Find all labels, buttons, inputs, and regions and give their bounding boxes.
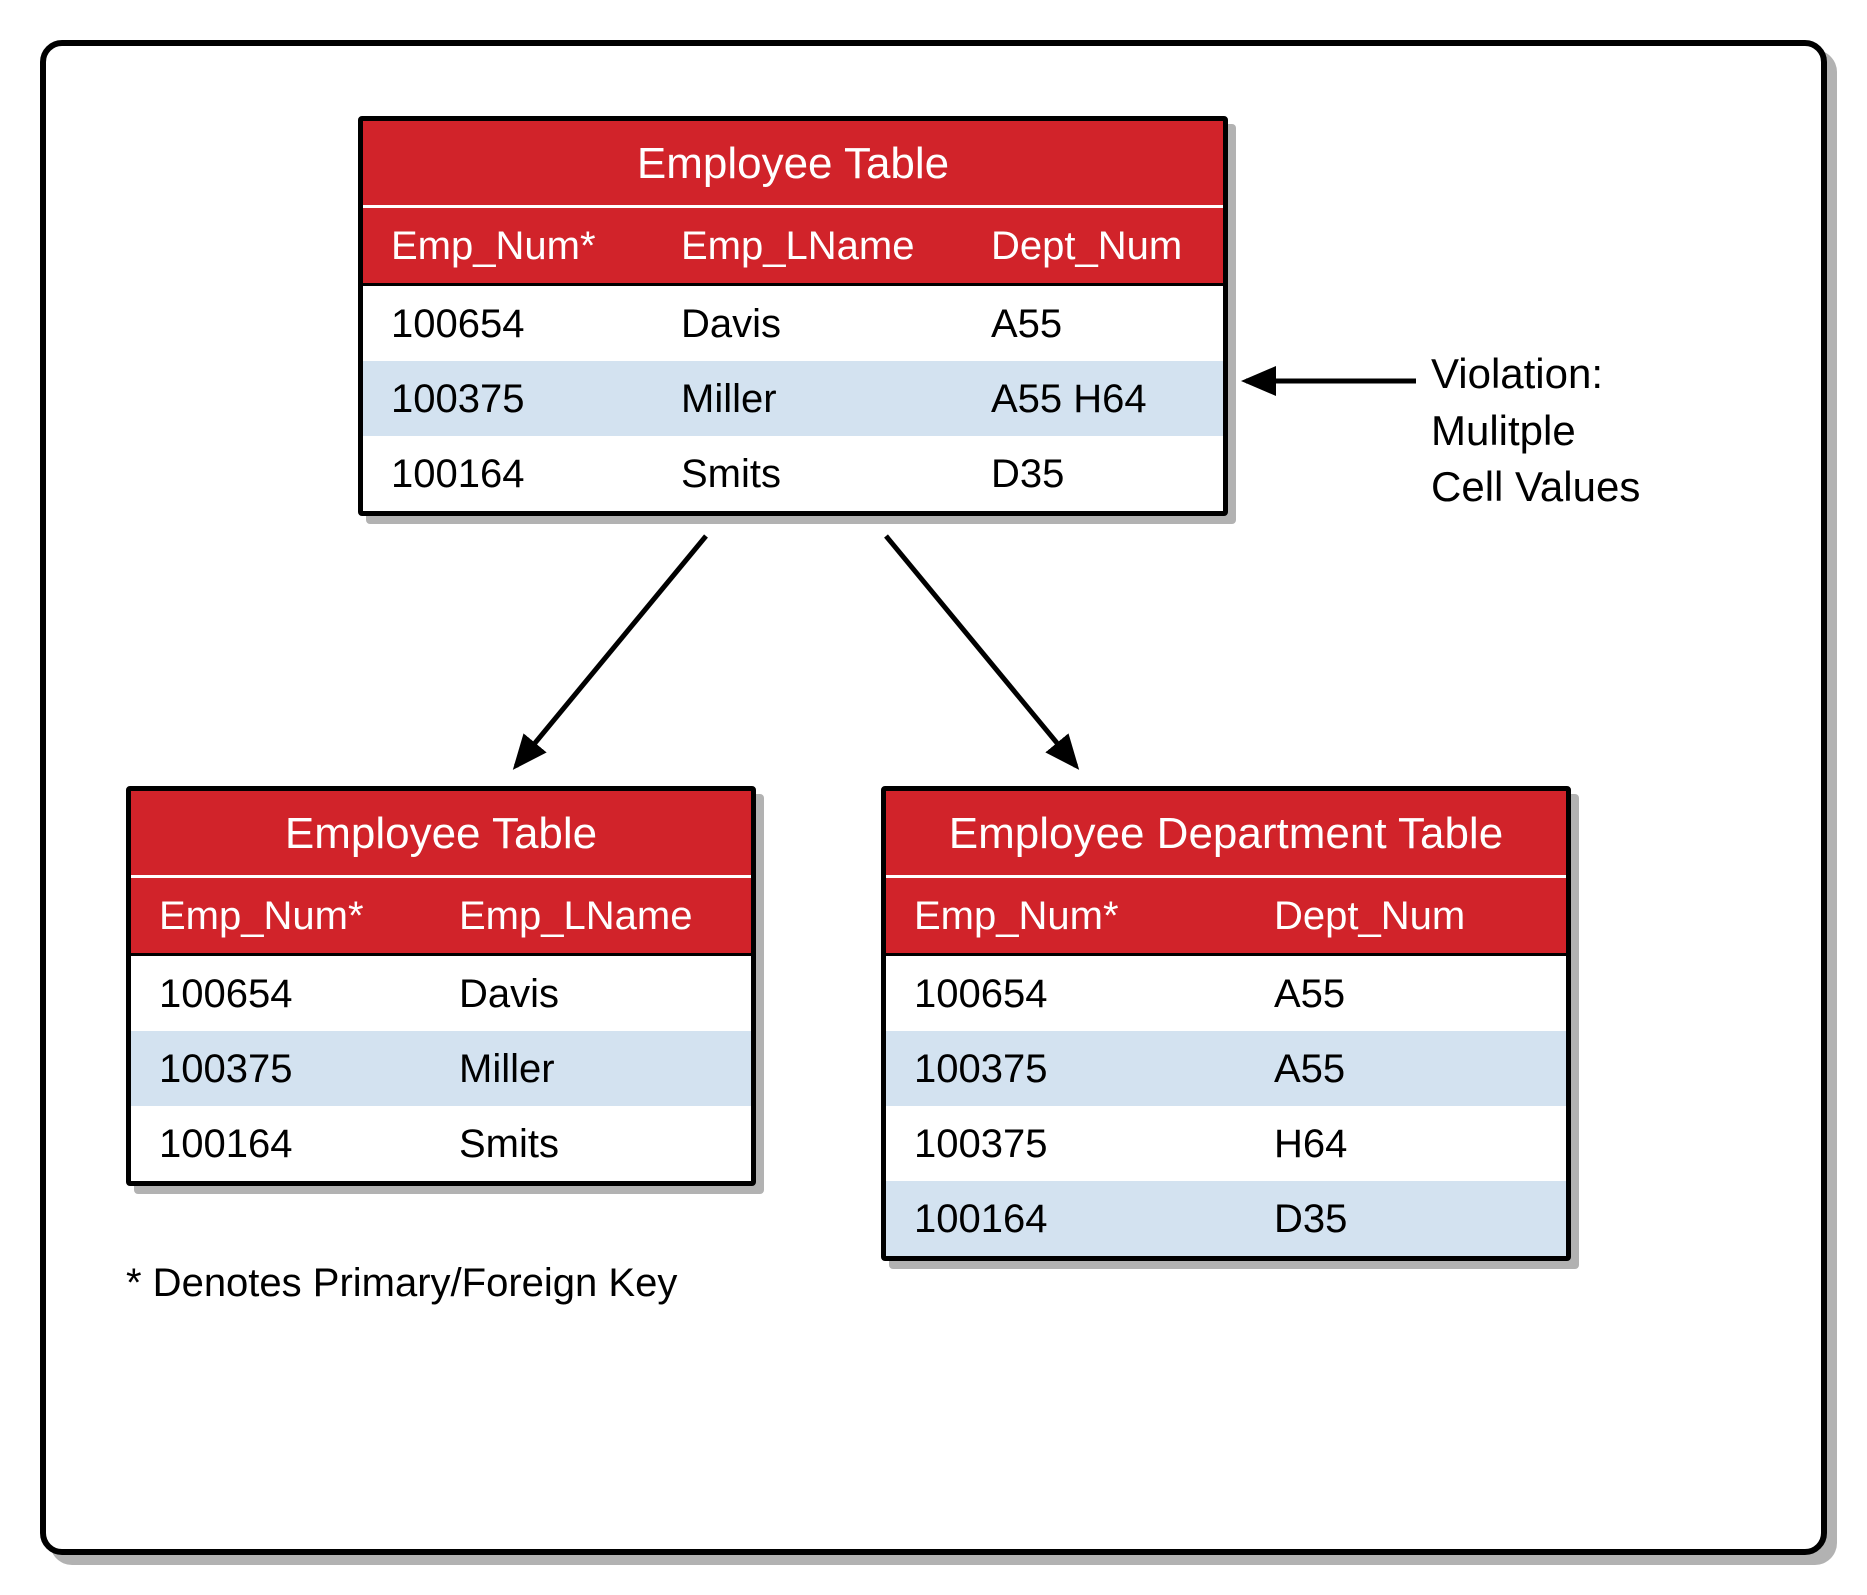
table-row: 100654 Davis A55: [363, 286, 1223, 361]
table-row: 100164 Smits: [131, 1106, 751, 1181]
cell-dept-num: H64: [1246, 1106, 1566, 1181]
col-header-emp-num: Emp_Num*: [131, 878, 431, 953]
cell-emp-num: 100164: [363, 436, 653, 511]
employee-table-bottom: Employee Table Emp_Num* Emp_LName 100654…: [126, 786, 756, 1186]
cell-emp-lname: Davis: [431, 956, 751, 1031]
table-row: 100375 Miller A55 H64: [363, 361, 1223, 436]
table-title: Employee Department Table: [886, 791, 1566, 878]
table-row: 100654 Davis: [131, 956, 751, 1031]
table-header-row: Emp_Num* Dept_Num: [886, 878, 1566, 956]
cell-emp-num: 100654: [886, 956, 1246, 1031]
col-header-emp-num: Emp_Num*: [363, 208, 653, 283]
table-row: 100375 A55: [886, 1031, 1566, 1106]
col-header-emp-lname: Emp_LName: [431, 878, 751, 953]
arrow-down-right-icon: [886, 536, 1076, 766]
cell-emp-num: 100375: [886, 1031, 1246, 1106]
cell-emp-num: 100654: [363, 286, 653, 361]
cell-emp-num: 100164: [886, 1181, 1246, 1256]
cell-emp-lname: Smits: [431, 1106, 751, 1181]
table-row: 100375 Miller: [131, 1031, 751, 1106]
cell-dept-num: A55: [1246, 1031, 1566, 1106]
table-header-row: Emp_Num* Emp_LName Dept_Num: [363, 208, 1223, 286]
cell-emp-num: 100375: [131, 1031, 431, 1106]
annotation-line: Mulitple: [1431, 403, 1640, 460]
cell-emp-lname: Smits: [653, 436, 963, 511]
employee-table-top: Employee Table Emp_Num* Emp_LName Dept_N…: [358, 116, 1228, 516]
primary-key-footnote: * Denotes Primary/Foreign Key: [126, 1261, 677, 1306]
col-header-emp-num: Emp_Num*: [886, 878, 1246, 953]
annotation-line: Violation:: [1431, 346, 1640, 403]
table-title: Employee Table: [363, 121, 1223, 208]
table-row: 100164 Smits D35: [363, 436, 1223, 511]
diagram-frame: Employee Table Emp_Num* Emp_LName Dept_N…: [40, 40, 1827, 1555]
violation-annotation: Violation: Mulitple Cell Values: [1431, 346, 1640, 516]
employee-department-table: Employee Department Table Emp_Num* Dept_…: [881, 786, 1571, 1261]
table-row: 100164 D35: [886, 1181, 1566, 1256]
cell-emp-num: 100375: [886, 1106, 1246, 1181]
table-row: 100654 A55: [886, 956, 1566, 1031]
table-title: Employee Table: [131, 791, 751, 878]
cell-emp-lname: Miller: [653, 361, 963, 436]
col-header-dept-num: Dept_Num: [1246, 878, 1566, 953]
col-header-dept-num: Dept_Num: [963, 208, 1223, 283]
table-row: 100375 H64: [886, 1106, 1566, 1181]
cell-dept-num: A55: [1246, 956, 1566, 1031]
annotation-line: Cell Values: [1431, 459, 1640, 516]
cell-emp-lname: Miller: [431, 1031, 751, 1106]
cell-dept-num: A55 H64: [963, 361, 1223, 436]
col-header-emp-lname: Emp_LName: [653, 208, 963, 283]
arrow-down-left-icon: [516, 536, 706, 766]
cell-emp-num: 100375: [363, 361, 653, 436]
cell-emp-lname: Davis: [653, 286, 963, 361]
cell-dept-num: A55: [963, 286, 1223, 361]
cell-dept-num: D35: [963, 436, 1223, 511]
cell-emp-num: 100164: [131, 1106, 431, 1181]
table-header-row: Emp_Num* Emp_LName: [131, 878, 751, 956]
cell-emp-num: 100654: [131, 956, 431, 1031]
cell-dept-num: D35: [1246, 1181, 1566, 1256]
